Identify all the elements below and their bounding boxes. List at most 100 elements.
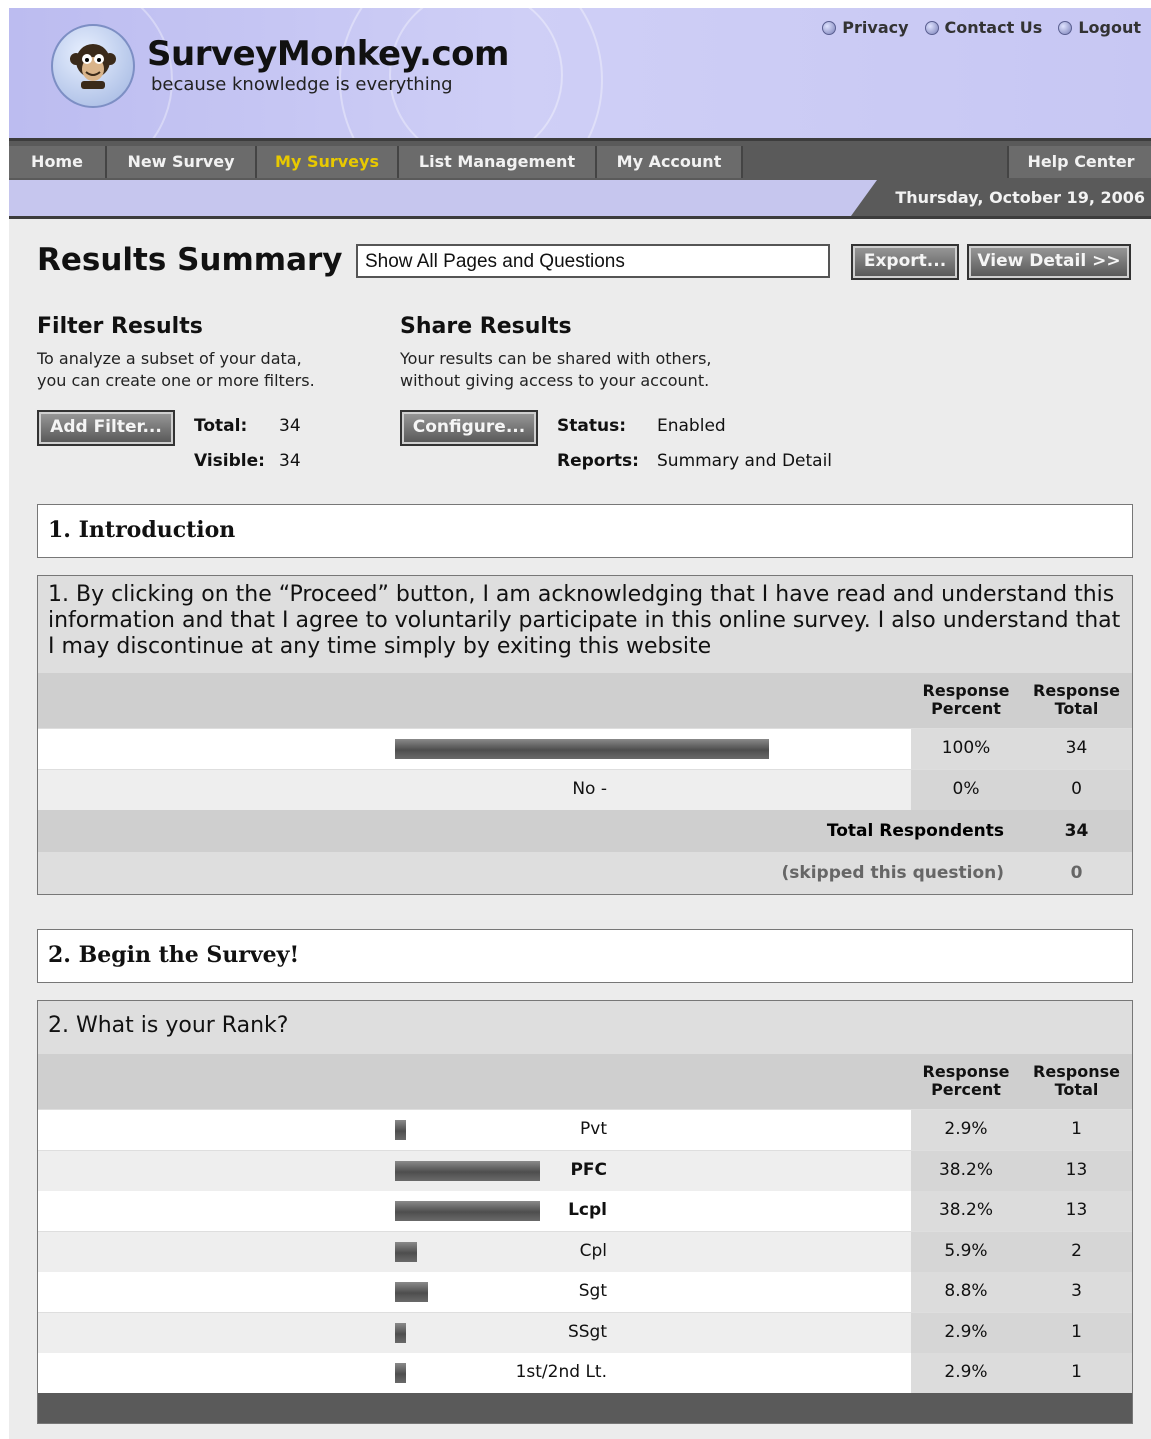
answer-row: No - 0% 0 xyxy=(38,769,1132,810)
response-percent-header: Response Percent xyxy=(911,1063,1021,1099)
column-header-row: Response Percent Response Total xyxy=(38,1054,1132,1109)
privacy-link[interactable]: Privacy xyxy=(822,18,909,37)
main-nav: Home New Survey My Surveys List Manageme… xyxy=(9,138,1151,183)
page: SurveyMonkey.com because knowledge is ev… xyxy=(9,8,1151,1439)
response-total: 3 xyxy=(1071,1281,1082,1301)
status-value: Enabled xyxy=(657,416,726,436)
filter-description: To analyze a subset of your data, you ca… xyxy=(37,348,315,392)
page-title: Results Summary xyxy=(37,242,343,278)
date-bar: Thursday, October 19, 2006 xyxy=(9,180,1151,219)
logout-link[interactable]: Logout xyxy=(1058,18,1141,37)
bullet-icon xyxy=(822,20,837,35)
answer-row: 1st/2nd Lt. 2.9% 1 xyxy=(38,1353,1132,1393)
export-button[interactable]: Export... xyxy=(851,244,959,280)
header-line: Response xyxy=(922,1062,1010,1081)
nav-my-account[interactable]: My Account xyxy=(597,146,743,178)
header-line: Percent xyxy=(931,699,1001,718)
response-percent: 100% xyxy=(941,738,991,758)
question-text: 1. By clicking on the “Proceed” button, … xyxy=(48,582,1121,659)
response-percent-header: Response Percent xyxy=(911,682,1021,718)
response-total: 0 xyxy=(1071,778,1082,799)
page-question-select[interactable]: Show All Pages and Questions xyxy=(356,244,830,278)
answer-option-label: SSgt xyxy=(567,1321,607,1342)
column-header-row: Response Percent Response Total xyxy=(38,673,1132,728)
skipped-row: (skipped this question) 0 xyxy=(38,852,1132,894)
answer-row: Lcpl 38.2% 13 xyxy=(38,1191,1132,1231)
answer-option-cell xyxy=(38,1110,911,1150)
response-bar xyxy=(395,739,769,759)
skipped-value: 0 xyxy=(1070,863,1083,883)
answer-option-label: No - xyxy=(572,778,607,799)
answer-option-cell xyxy=(38,1312,911,1353)
reports-label: Reports: xyxy=(557,451,639,471)
answer-row: PFC 38.2% 13 xyxy=(38,1150,1132,1191)
answer-option-label: Lcpl xyxy=(568,1200,607,1220)
header-line: Response xyxy=(1033,1062,1120,1081)
answer-row: Pvt 2.9% 1 xyxy=(38,1110,1132,1150)
response-total: 1 xyxy=(1071,1119,1082,1139)
nav-help-center[interactable]: Help Center xyxy=(1007,146,1151,178)
total-respondents-label: Total Respondents xyxy=(826,821,1004,841)
response-total: 13 xyxy=(1065,1159,1088,1180)
total-label: Total: xyxy=(194,416,248,436)
site-header: SurveyMonkey.com because knowledge is ev… xyxy=(9,8,1151,138)
header-line: Percent xyxy=(931,1080,1001,1099)
answer-option-label: Sgt xyxy=(578,1281,607,1301)
response-bar xyxy=(395,1120,406,1140)
nav-home[interactable]: Home xyxy=(9,146,107,178)
date-box: Thursday, October 19, 2006 xyxy=(851,180,1151,216)
question-panel-2: 2. What is your Rank? Response Percent Re… xyxy=(37,1000,1133,1424)
share-description-line: without giving access to your account. xyxy=(400,371,710,390)
response-percent: 38.2% xyxy=(938,1159,993,1180)
skipped-label: (skipped this question) xyxy=(781,863,1005,883)
header-line: Response xyxy=(922,681,1010,700)
response-percent: 2.9% xyxy=(944,1362,988,1382)
header-line: Response xyxy=(1033,681,1120,700)
page-section-title: 1. Introduction xyxy=(37,504,1133,558)
response-bar xyxy=(395,1322,406,1343)
nav-my-surveys[interactable]: My Surveys xyxy=(257,146,399,178)
contact-us-link[interactable]: Contact Us xyxy=(924,18,1043,37)
answer-option-cell xyxy=(38,769,911,810)
visible-value: 34 xyxy=(279,451,301,471)
response-total: 2 xyxy=(1071,1240,1082,1261)
response-bar xyxy=(395,1201,540,1221)
answer-option-label: 1st/2nd Lt. xyxy=(515,1362,607,1382)
response-bar xyxy=(395,1241,417,1262)
response-bar xyxy=(395,1160,540,1181)
configure-button[interactable]: Configure... xyxy=(400,410,538,446)
answer-option-label: Pvt xyxy=(580,1119,607,1139)
contact-us-link-label: Contact Us xyxy=(944,18,1043,37)
total-value: 34 xyxy=(279,416,301,436)
brand-name[interactable]: SurveyMonkey.com xyxy=(147,34,509,74)
response-total: 13 xyxy=(1065,1200,1088,1220)
response-total-header: Response Total xyxy=(1021,1063,1132,1099)
add-filter-button[interactable]: Add Filter... xyxy=(37,410,175,446)
response-total: 1 xyxy=(1071,1321,1082,1342)
response-bar xyxy=(395,1282,428,1302)
nav-new-survey[interactable]: New Survey xyxy=(107,146,257,178)
answer-option-cell xyxy=(38,1272,911,1312)
logout-link-label: Logout xyxy=(1078,18,1141,37)
share-description: Your results can be shared with others, … xyxy=(400,348,712,392)
current-date: Thursday, October 19, 2006 xyxy=(895,188,1145,207)
visible-label: Visible: xyxy=(194,451,265,471)
privacy-link-label: Privacy xyxy=(842,18,909,37)
answer-row: SSgt 2.9% 1 xyxy=(38,1312,1132,1353)
bullet-icon xyxy=(1058,20,1073,35)
response-percent: 0% xyxy=(952,778,980,799)
brand-tagline: because knowledge is everything xyxy=(151,74,453,95)
share-results-heading: Share Results xyxy=(400,314,572,339)
total-respondents-row: Total Respondents 34 xyxy=(38,810,1132,852)
header-line: Total xyxy=(1054,699,1099,718)
response-percent: 2.9% xyxy=(944,1321,988,1342)
response-bar xyxy=(395,1363,406,1383)
view-detail-button[interactable]: View Detail >> xyxy=(967,244,1131,280)
header-line: Total xyxy=(1054,1080,1099,1099)
response-total: 1 xyxy=(1071,1362,1082,1382)
monkey-logo-icon[interactable] xyxy=(51,24,135,108)
answer-row: Sgt 8.8% 3 xyxy=(38,1272,1132,1312)
share-description-line: Your results can be shared with others, xyxy=(400,349,712,368)
answer-option-cell xyxy=(38,1353,911,1393)
nav-list-management[interactable]: List Management xyxy=(399,146,597,178)
